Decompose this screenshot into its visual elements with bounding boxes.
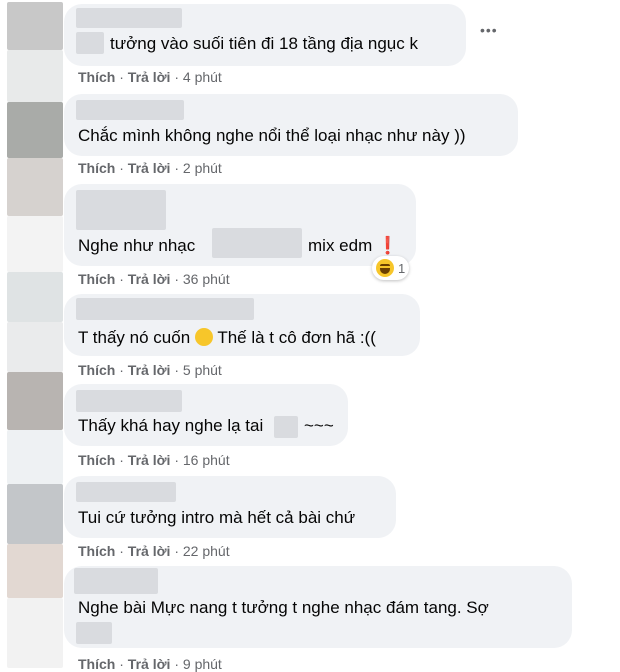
comment-actions: Thích · Trả lời · 4 phút — [78, 69, 222, 85]
like-button[interactable]: Thích — [78, 362, 115, 378]
like-button[interactable]: Thích — [78, 543, 115, 559]
avatar[interactable] — [7, 158, 63, 216]
avatar[interactable] — [7, 272, 63, 322]
redacted-text — [76, 622, 112, 644]
reply-button[interactable]: Trả lời — [128, 362, 171, 378]
smiling-face-icon — [194, 328, 213, 346]
timestamp[interactable]: 36 phút — [183, 271, 230, 287]
comment-text-start: T thấy nó cuốn — [78, 328, 191, 347]
reply-button[interactable]: Trả lời — [128, 656, 171, 672]
reply-button[interactable]: Trả lời — [128, 543, 171, 559]
separator: · — [174, 271, 179, 287]
redacted-username — [76, 190, 166, 230]
reply-button[interactable]: Trả lời — [128, 69, 171, 85]
redacted-username — [76, 298, 254, 320]
comment-actions: Thích · Trả lời · 9 phút — [78, 656, 222, 672]
separator: · — [174, 656, 179, 672]
reaction-count: 1 — [398, 260, 406, 276]
avatar[interactable] — [7, 2, 63, 50]
redacted-text — [212, 228, 302, 258]
redacted-username — [76, 100, 184, 120]
redacted-username — [76, 8, 182, 28]
comment-actions: Thích · Trả lời · 2 phút — [78, 160, 222, 176]
separator: · — [119, 543, 124, 559]
avatar[interactable] — [7, 102, 63, 158]
avatar[interactable] — [7, 322, 63, 372]
redacted-text — [76, 32, 104, 54]
comment-text-end: mix edm ❗ — [308, 236, 398, 256]
timestamp[interactable]: 4 phút — [183, 69, 222, 85]
timestamp[interactable]: 9 phút — [183, 656, 222, 672]
separator: · — [119, 271, 124, 287]
like-button[interactable]: Thích — [78, 452, 115, 468]
reaction-badge[interactable]: 1 — [372, 256, 410, 280]
avatar[interactable] — [7, 50, 63, 102]
timestamp[interactable]: 16 phút — [183, 452, 230, 468]
haha-icon — [376, 259, 394, 277]
separator: · — [119, 452, 124, 468]
like-button[interactable]: Thích — [78, 160, 115, 176]
timestamp[interactable]: 5 phút — [183, 362, 222, 378]
separator: · — [119, 362, 124, 378]
more-options-icon[interactable]: ••• — [480, 22, 498, 38]
timestamp[interactable]: 22 phút — [183, 543, 230, 559]
redacted-username — [74, 568, 158, 594]
reply-button[interactable]: Trả lời — [128, 160, 171, 176]
separator: · — [174, 452, 179, 468]
separator: · — [174, 160, 179, 176]
reply-button[interactable]: Trả lời — [128, 271, 171, 287]
comment-text: Nghe bài Mực nang t tưởng t nghe nhạc đá… — [78, 598, 489, 617]
like-button[interactable]: Thích — [78, 656, 115, 672]
comment-actions: Thích · Trả lời · 36 phút — [78, 271, 230, 287]
comment-actions: Thích · Trả lời · 16 phút — [78, 452, 230, 468]
avatar[interactable] — [7, 544, 63, 598]
separator: · — [174, 362, 179, 378]
comment-text-end: ~~~ — [304, 416, 334, 435]
comment-text: Chắc mình không nghe nổi thể loại nhạc n… — [78, 126, 466, 145]
separator: · — [174, 543, 179, 559]
redacted-username — [76, 390, 182, 412]
redacted-username — [76, 482, 176, 502]
comment-actions: Thích · Trả lời · 22 phút — [78, 543, 230, 559]
redacted-text — [274, 416, 298, 438]
exclamation-icon: ❗ — [376, 236, 399, 255]
separator: · — [119, 160, 124, 176]
like-button[interactable]: Thích — [78, 69, 115, 85]
avatar[interactable] — [7, 430, 63, 484]
comment-text: mix edm — [308, 236, 373, 255]
timestamp[interactable]: 2 phút — [183, 160, 222, 176]
comment-actions: Thích · Trả lời · 5 phút — [78, 362, 222, 378]
comment-text: T thấy nó cuốn Thế là t cô đơn hã :(( — [78, 328, 376, 348]
avatar[interactable] — [7, 372, 63, 430]
separator: · — [119, 69, 124, 85]
avatar[interactable] — [7, 484, 63, 544]
comment-text: Tui cứ tưởng intro mà hết cả bài chứ — [78, 508, 356, 527]
comment-text-end: Thế là t cô đơn hã :(( — [217, 328, 376, 347]
avatar[interactable] — [7, 598, 63, 668]
comment-text-start: Thấy khá hay nghe lạ tai — [78, 416, 264, 435]
comment-text: tưởng vào suối tiên đi 18 tầng địa ngục … — [110, 34, 418, 53]
separator: · — [119, 656, 124, 672]
separator: · — [174, 69, 179, 85]
like-button[interactable]: Thích — [78, 271, 115, 287]
reply-button[interactable]: Trả lời — [128, 452, 171, 468]
comment-text-start: Nghe như nhạc — [78, 236, 196, 255]
avatar[interactable] — [7, 216, 63, 272]
